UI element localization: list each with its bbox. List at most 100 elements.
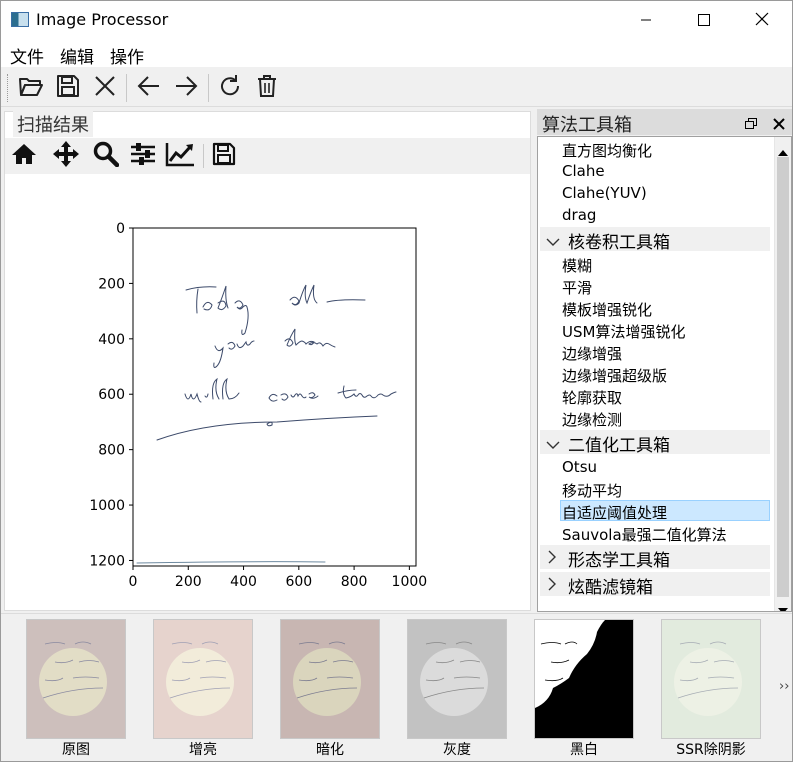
open-button[interactable] [16,73,46,103]
algorithm-toolbox-dock: 算法工具箱 直方图均衡化 Clahe Clahe(YUV) drag 核卷积工具… [537,109,792,614]
maximize-icon [698,11,710,30]
tree-group-filters[interactable]: 炫酷滤镜箱 [540,572,770,598]
forward-arrow-icon [174,75,198,101]
thumbnail-label: 增亮 [189,742,217,758]
scan-result-panel: 扫描结果 0 200 400 600 800 1000 1200 0 200 4… [4,111,531,611]
float-icon[interactable] [745,115,757,134]
thumbnail-brighten[interactable] [153,619,253,739]
tree-item-edge-enhance[interactable]: 边缘增强 [562,343,622,364]
minimize-button[interactable] [623,1,669,39]
zoom-icon [93,141,120,171]
window-title: Image Processor [36,10,169,29]
menu-bar: 文件 编辑 操作 [1,39,792,68]
tree-item-otsu[interactable]: Otsu [562,458,597,476]
main-window: Image Processor 文件 编辑 操作 扫描结果 0 200 400 … [0,0,793,762]
thumbnail-darken[interactable] [280,619,380,739]
tree-item-template-sharpen[interactable]: 模板增强锐化 [562,299,652,320]
plot-canvas[interactable]: 0 200 400 600 800 1000 1200 0 200 400 600 800 1000 [5,174,530,610]
toolbar-separator [126,74,127,102]
save-icon [212,142,236,170]
y-tick-label: 400 [98,332,125,348]
minimize-icon [640,11,652,30]
delete-button[interactable] [252,73,282,103]
tree-group-binarize[interactable]: 二值化工具箱 [540,430,770,456]
scrollbar-thumb[interactable] [777,157,789,597]
group-label: 形态学工具箱 [568,551,670,571]
tree-item-clahe-yuv[interactable]: Clahe(YUV) [562,184,647,202]
main-toolbar [1,68,792,107]
undo-button[interactable] [134,73,164,103]
tree-item-adaptive-threshold[interactable]: 自适应阈值处理 [562,502,667,523]
home-button[interactable] [9,141,39,171]
x-tick-label: 800 [341,574,368,590]
x-tick-label: 400 [230,574,257,590]
y-axis: 0 200 400 600 800 1000 1200 [89,221,133,569]
configure-icon [130,142,156,170]
dock-title-bar[interactable]: 算法工具箱 [537,109,792,136]
axes-frame [132,227,417,567]
x-tick-label: 200 [175,574,202,590]
save-figure-button[interactable] [209,141,239,171]
redo-button[interactable] [171,73,201,103]
tree-item-drag[interactable]: drag [562,206,596,224]
dock-title: 算法工具箱 [542,115,632,136]
chevron-right-icon [546,549,558,568]
thumbnail-black-white[interactable] [534,619,634,739]
tree-item-edge-detect[interactable]: 边缘检测 [562,409,622,430]
tree-item-smooth[interactable]: 平滑 [562,277,592,298]
tree-item-usm-sharpen[interactable]: USM算法增强锐化 [562,321,685,342]
close-icon [94,75,116,101]
save-icon [56,74,80,102]
thumbnail-grayscale[interactable] [407,619,507,739]
y-tick-label: 800 [98,443,125,459]
tree-group-morphology[interactable]: 形态学工具箱 [540,545,770,571]
thumbnail-label: 灰度 [443,742,471,758]
chevron-down-icon [546,435,560,454]
pan-icon [52,140,80,172]
edit-axis-button[interactable] [165,141,195,171]
tree-item-edge-enhance-super[interactable]: 边缘增强超级版 [562,365,667,386]
scroll-down-icon[interactable] [778,600,788,611]
tree-item-sauvola[interactable]: Sauvola最强二值化算法 [562,524,727,545]
toolbar-separator [208,74,209,102]
chevron-down-icon [546,232,560,251]
more-thumbnails-button[interactable]: ›› [779,679,789,694]
y-tick-label: 1200 [89,553,125,569]
y-tick-label: 1000 [89,498,125,514]
x-tick-label: 600 [285,574,312,590]
chevron-right-icon [546,576,558,595]
close-icon[interactable] [773,115,785,134]
zoom-button[interactable] [91,141,121,171]
tree-group-kernel[interactable]: 核卷积工具箱 [540,227,770,253]
save-button[interactable] [53,73,83,103]
thumbnail-original[interactable] [26,619,126,739]
close-window-button[interactable] [739,1,785,39]
configure-subplots-button[interactable] [128,141,158,171]
y-tick-label: 200 [98,276,125,292]
tree-item-clahe[interactable]: Clahe [562,162,605,180]
x-tick-label: 0 [129,574,138,590]
refresh-button[interactable] [215,73,245,103]
close-icon [755,11,769,30]
image-plot: 0 200 400 600 800 1000 1200 0 200 400 600 800 1000 [89,221,428,590]
panel-title: 扫描结果 [13,111,93,137]
close-file-button[interactable] [90,73,120,103]
tree-item-moving-average[interactable]: 移动平均 [562,480,622,501]
tree-item-contour[interactable]: 轮廓获取 [562,387,622,408]
menu-edit[interactable]: 编辑 [60,43,94,68]
edit-axis-icon [165,141,195,171]
algorithm-tree: 直方图均衡化 Clahe Clahe(YUV) drag 核卷积工具箱 模糊 平… [537,136,792,612]
tree-item-hist-eq[interactable]: 直方图均衡化 [562,140,652,161]
group-label: 二值化工具箱 [568,436,670,456]
menu-operate[interactable]: 操作 [110,43,144,68]
home-icon [11,142,37,170]
maximize-button[interactable] [681,1,727,39]
toolbar-grip[interactable] [7,74,9,102]
tree-item-blur[interactable]: 模糊 [562,255,592,276]
x-tick-label: 1000 [392,574,428,590]
pan-button[interactable] [51,141,81,171]
menu-file[interactable]: 文件 [10,43,44,68]
tree-scrollbar[interactable] [774,137,791,611]
thumbnail-ssr-shadow-removal[interactable] [661,619,761,739]
y-tick-label: 600 [98,387,125,403]
